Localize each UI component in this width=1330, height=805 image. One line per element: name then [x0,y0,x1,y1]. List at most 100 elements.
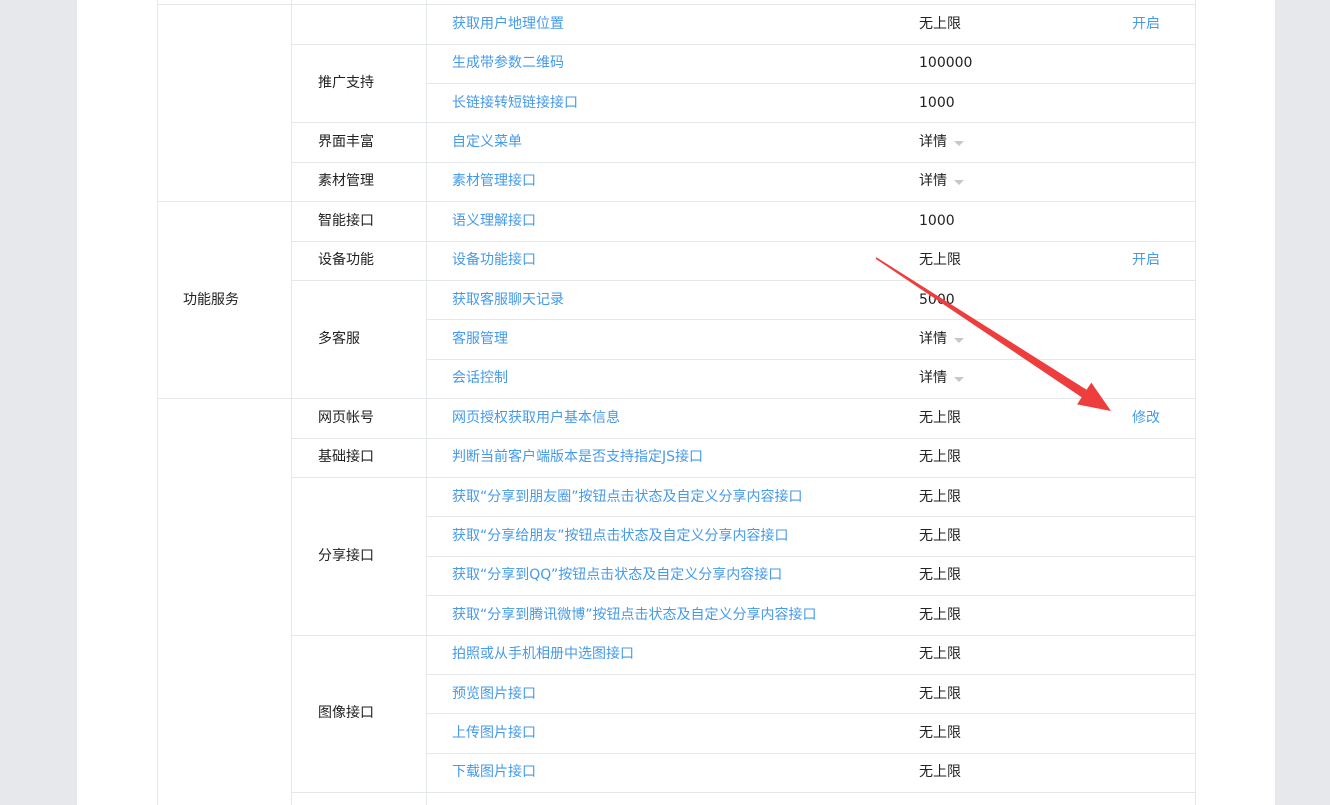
limit-value-text: 无上限 [919,646,961,663]
limit-detail-dropdown-text: 详情 [919,134,947,151]
api-link[interactable]: 语义理解接口 [452,201,536,240]
api-link-text: 获取“分享到QQ”按钮点击状态及自定义分享内容接口 [452,567,783,584]
api-link-text: 素材管理接口 [452,173,536,190]
limit-value-text: 1000 [919,94,955,111]
limit-value: 无上限 [919,477,961,516]
api-link-text: 上传图片接口 [452,725,536,742]
limit-value: 无上限 [919,398,961,437]
limit-detail-dropdown[interactable]: 详情 [919,359,964,398]
group-label: 图像接口 [318,635,374,793]
api-link-text: 预览图片接口 [452,685,536,702]
limit-value-text: 无上限 [919,488,961,505]
api-link[interactable]: 长链接转短链接接口 [452,83,578,122]
api-link-text: 网页授权获取用户基本信息 [452,409,620,426]
category-divider [157,398,291,400]
group-label-text: 智能接口 [318,212,374,229]
limit-detail-dropdown-text: 详情 [919,331,947,348]
limit-value: 无上限 [919,4,961,43]
api-link[interactable]: 网页授权获取用户基本信息 [452,398,620,437]
api-link[interactable]: 判断当前客户端版本是否支持指定JS接口 [452,438,703,477]
api-link[interactable]: 预览图片接口 [452,674,536,713]
group-label-text: 界面丰富 [318,134,374,151]
api-link[interactable]: 获取“分享到QQ”按钮点击状态及自定义分享内容接口 [452,556,782,595]
api-link-text: 获取“分享到腾讯微博”按钮点击状态及自定义分享内容接口 [452,606,817,623]
limit-value-text: 无上限 [919,725,961,742]
api-link-text: 会话控制 [452,370,508,387]
limit-detail-dropdown-text: 详情 [919,173,947,190]
row-action-button-text: 修改 [1132,409,1160,426]
limit-detail-dropdown-text: 详情 [919,370,947,387]
category-label-text: 功能服务 [183,291,239,308]
limit-value: 100000 [919,44,972,83]
row-action-button[interactable]: 修改 [1132,398,1160,437]
row-divider [426,752,1195,754]
group-label: 界面丰富 [318,122,374,161]
row-divider [426,319,1195,321]
category-label: 功能服务 [183,201,239,398]
limit-value-text: 无上限 [919,567,961,584]
limit-value: 1000 [919,201,955,240]
limit-value: 无上限 [919,516,961,555]
api-link[interactable]: 获取“分享给朋友”按钮点击状态及自定义分享内容接口 [452,516,789,555]
column-divider [426,0,427,805]
api-link-text: 获取用户地理位置 [452,15,564,32]
api-link-text: 拍照或从手机相册中选图接口 [452,646,634,663]
row-divider [426,674,1195,675]
chevron-down-icon [954,337,964,343]
api-link[interactable]: 生成带参数二维码 [452,44,564,83]
api-link[interactable]: 素材管理接口 [452,162,536,201]
chevron-down-icon [954,179,964,185]
api-link[interactable]: 客服管理 [452,319,508,358]
api-link-text: 下载图片接口 [452,764,536,781]
row-action-button-text: 开启 [1132,252,1160,269]
api-link[interactable]: 获取“分享到朋友圈”按钮点击状态及自定义分享内容接口 [452,477,803,516]
limit-value-text: 100000 [919,55,973,72]
api-link[interactable]: 获取“分享到腾讯微博”按钮点击状态及自定义分享内容接口 [452,595,817,634]
api-link-text: 客服管理 [452,331,508,348]
table-border-left [157,0,158,805]
limit-value: 无上限 [919,556,961,595]
limit-detail-dropdown[interactable]: 详情 [919,122,964,161]
api-link-text: 获取客服聊天记录 [452,291,564,308]
chevron-down-icon [954,376,964,382]
api-link-text: 长链接转短链接接口 [452,94,578,111]
api-link[interactable]: 自定义菜单 [452,122,522,161]
limit-detail-dropdown[interactable]: 详情 [919,162,964,201]
limit-value: 无上限 [919,438,961,477]
row-action-button[interactable]: 开启 [1132,241,1160,280]
limit-value-text: 5000 [919,291,955,308]
group-label-text: 网页帐号 [318,409,374,426]
limit-value: 无上限 [919,674,961,713]
limit-value-text: 无上限 [919,528,961,545]
api-link[interactable]: 获取用户地理位置 [452,4,564,43]
api-link[interactable]: 上传图片接口 [452,713,536,752]
api-permission-table: 功能服务 推广支持 界面丰富 素材管理 智能接口 设备功能 多客服 网页帐号 基础接口 分享接口图… [157,0,1196,805]
limit-value: 1000 [919,83,955,122]
group-label: 素材管理 [318,162,374,201]
api-link[interactable]: 获取客服聊天记录 [452,280,564,319]
limit-value-text: 1000 [919,212,955,229]
limit-value-text: 无上限 [919,764,961,781]
api-link-text: 判断当前客户端版本是否支持指定JS接口 [452,449,704,466]
api-link[interactable]: 拍照或从手机相册中选图接口 [452,635,634,674]
row-divider [426,161,1195,163]
row-divider [426,122,1195,124]
group-divider [291,792,426,794]
category-divider [157,4,291,6]
row-action-button[interactable]: 开启 [1132,4,1160,43]
limit-value-text: 无上限 [919,15,961,32]
limit-detail-dropdown[interactable]: 详情 [919,319,964,358]
group-label: 分享接口 [318,477,374,635]
api-link[interactable]: 会话控制 [452,359,508,398]
group-label-text: 设备功能 [318,252,374,269]
group-label: 网页帐号 [318,398,374,437]
group-label-text: 素材管理 [318,173,374,190]
table-border-right [1195,0,1196,805]
row-action-button-text: 开启 [1132,15,1160,32]
api-link[interactable]: 下载图片接口 [452,753,536,792]
limit-value: 无上限 [919,713,961,752]
api-link[interactable]: 设备功能接口 [452,241,536,280]
group-label: 智能接口 [318,201,374,240]
group-label: 多客服 [318,280,360,398]
row-divider [426,358,1195,360]
